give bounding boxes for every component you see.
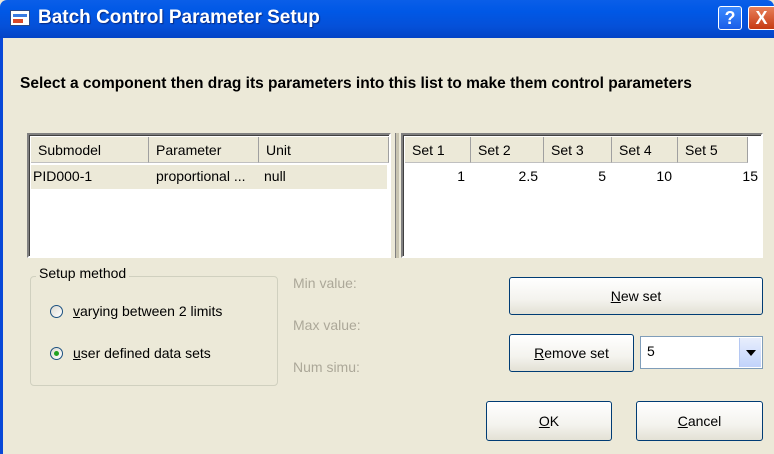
- radio-user-defined-sets-indicator[interactable]: [50, 346, 63, 360]
- num-simu-label: Num simu:: [293, 359, 360, 375]
- column-header-set-2[interactable]: Set 2: [471, 137, 544, 163]
- cell-parameter: proportional ...: [156, 168, 246, 184]
- instruction-text: Select a component then drag its paramet…: [20, 75, 692, 92]
- radio-user-defined-sets[interactable]: user defined data sets: [50, 345, 211, 361]
- set-selector-value: 5: [647, 343, 655, 359]
- help-button[interactable]: ?: [718, 6, 742, 30]
- column-header-set-5[interactable]: Set 5: [678, 137, 748, 163]
- table-row[interactable]: PID000-1 proportional ... null: [31, 165, 387, 189]
- radio-varying-limits[interactable]: varying between 2 limits: [50, 303, 222, 319]
- column-header-parameter[interactable]: Parameter: [149, 137, 259, 163]
- cancel-button[interactable]: Cancel: [636, 401, 763, 441]
- column-header-set-1[interactable]: Set 1: [405, 137, 471, 163]
- column-header-unit[interactable]: Unit: [259, 137, 389, 163]
- setup-method-legend: Setup method: [36, 265, 130, 281]
- close-button[interactable]: X: [748, 6, 774, 30]
- setup-method-group: [30, 276, 278, 386]
- ok-button[interactable]: OK: [486, 401, 612, 441]
- column-header-submodel[interactable]: Submodel: [31, 137, 149, 163]
- table-row[interactable]: 1 2.5 5 10 15: [405, 165, 759, 189]
- sets-list[interactable]: Set 1 Set 2 Set 3 Set 4 Set 5 1 2.5 5 10…: [401, 133, 763, 258]
- min-value-label: Min value:: [293, 275, 357, 291]
- cell-set-5: 15: [742, 168, 758, 184]
- radio-varying-limits-label: varying between 2 limits: [73, 303, 223, 319]
- remove-set-button[interactable]: Remove set: [509, 334, 634, 372]
- cell-submodel: PID000-1: [33, 168, 93, 184]
- radio-varying-limits-indicator[interactable]: [50, 304, 63, 318]
- cell-set-3: 5: [598, 168, 606, 184]
- cell-set-1: 1: [457, 168, 465, 184]
- max-value-label: Max value:: [293, 317, 361, 333]
- parameter-list[interactable]: Submodel Parameter Unit PID000-1 proport…: [27, 133, 391, 258]
- radio-user-defined-sets-label: user defined data sets: [73, 345, 211, 361]
- column-header-set-3[interactable]: Set 3: [544, 137, 612, 163]
- parameter-list-header: Submodel Parameter Unit: [31, 137, 389, 163]
- window-frame: [0, 38, 3, 454]
- splitter[interactable]: [395, 133, 399, 258]
- sets-list-header: Set 1 Set 2 Set 3 Set 4 Set 5: [405, 137, 759, 163]
- title-bar[interactable]: Batch Control Parameter Setup ? X: [0, 0, 774, 38]
- chevron-down-icon[interactable]: [739, 338, 761, 367]
- window-title: Batch Control Parameter Setup: [38, 7, 320, 28]
- cell-set-2: 2.5: [518, 168, 538, 184]
- app-icon: [10, 10, 30, 26]
- cell-unit: null: [264, 168, 286, 184]
- cell-set-4: 10: [656, 168, 672, 184]
- new-set-button[interactable]: New set: [509, 277, 763, 315]
- set-selector-dropdown[interactable]: 5: [640, 336, 763, 369]
- column-header-set-4[interactable]: Set 4: [612, 137, 678, 163]
